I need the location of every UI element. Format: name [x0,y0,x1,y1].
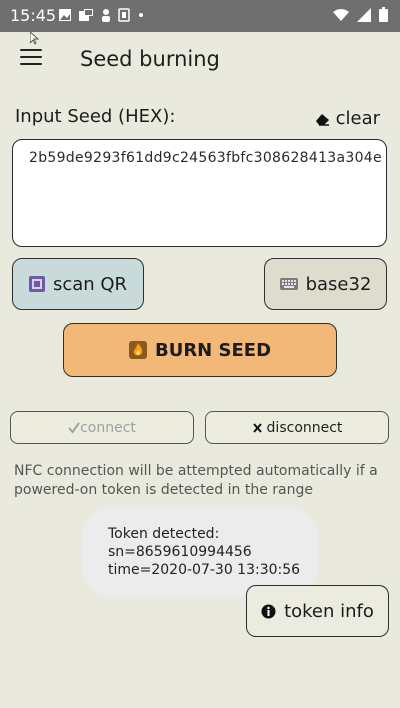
toast-line-2: sn=8659610994456 [108,544,252,560]
scan-qr-button[interactable]: scan QR [12,258,144,310]
main-content: Input Seed (HEX): clear 2b59de9293f61dd9… [0,88,400,708]
burn-seed-button[interactable]: BURN SEED [63,323,337,377]
status-right [333,7,388,22]
burn-seed-label: BURN SEED [154,339,272,361]
clear-button[interactable]: clear [315,108,380,129]
wifi-icon [333,8,349,21]
status-icons [58,8,146,22]
person-icon [102,9,110,22]
page-title: Seed burning [80,47,220,71]
connect-button[interactable]: connect [10,411,194,444]
token-info-label: token info [284,600,374,622]
cross-icon [252,422,262,433]
token-info-button[interactable]: token info [246,585,389,637]
seed-input-label: Input Seed (HEX): [15,106,176,127]
signal-icon [357,7,371,22]
dot-icon [139,13,143,17]
scan-qr-label: scan QR [52,273,128,295]
hamburger-icon[interactable] [20,49,42,67]
base32-button[interactable]: base32 [264,258,387,310]
app-bar: Seed burning [0,32,400,88]
fire-icon [128,341,147,359]
keyboard-icon [279,278,298,290]
seed-input-field[interactable]: 2b59de9293f61dd9c24563fbfc308628413a304e [12,139,387,247]
connect-label: connect [80,419,136,436]
notification-icon [79,9,93,21]
nfc-note: NFC connection will be attempted automat… [14,463,378,498]
eraser-icon [315,113,329,126]
status-time: 15:45 [10,6,57,25]
qr-code-icon [28,276,45,292]
mouse-cursor-icon [30,32,39,45]
sim-card-icon [118,8,130,22]
info-icon [261,604,276,618]
image-icon [59,9,71,21]
toast-line-1: Token detected: [108,526,220,542]
battery-icon [379,7,388,22]
status-bar: 15:45 [0,0,400,32]
disconnect-button[interactable]: disconnect [205,411,389,444]
disconnect-label: disconnect [266,419,343,436]
clear-label: clear [335,108,380,129]
checkmark-icon [68,421,80,434]
base32-label: base32 [305,273,372,295]
toast-line-3: time=2020-07-30 13:30:56 [108,562,301,578]
toast-message: Token detected: sn=8659610994456 time=20… [82,507,318,597]
